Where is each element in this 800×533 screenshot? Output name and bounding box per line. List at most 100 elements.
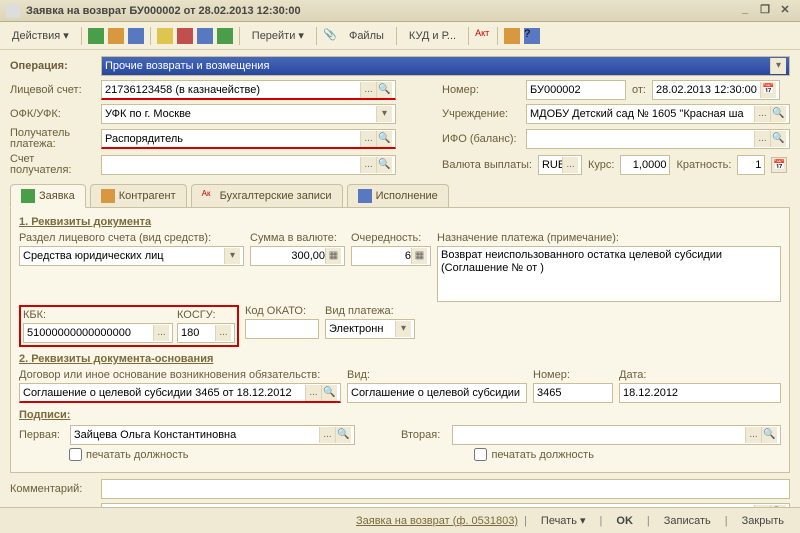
first-sign-select-icon[interactable]: ... bbox=[319, 427, 335, 443]
help-icon[interactable]: ? bbox=[524, 28, 540, 44]
dogovor-field[interactable]: Соглашение о целевой субсидии 3465 от 18… bbox=[19, 383, 341, 403]
date-field[interactable]: 28.02.2013 12:30:00 📅 bbox=[652, 80, 780, 100]
recacct-open-icon[interactable]: 🔍 bbox=[376, 157, 392, 173]
tab-buhzapisi[interactable]: AкБухгалтерские записи bbox=[191, 184, 343, 207]
kbk-label: КБК: bbox=[23, 309, 173, 321]
currency-select-icon[interactable]: ... bbox=[562, 157, 578, 173]
attach-icon[interactable]: 📎 bbox=[323, 28, 339, 44]
calendar-icon[interactable]: 📅 bbox=[760, 82, 776, 98]
comment-field[interactable] bbox=[101, 479, 790, 499]
red-icon[interactable] bbox=[177, 28, 193, 44]
recipient-select-icon[interactable]: ... bbox=[360, 131, 376, 147]
summa-field[interactable]: 300,00 ▦ bbox=[250, 246, 345, 266]
nomer2-label: Номер: bbox=[533, 369, 613, 381]
uchr-field[interactable]: МДОБУ Детский сад № 1605 "Красная ша ...… bbox=[526, 104, 790, 124]
data2-field[interactable]: 18.12.2012 bbox=[619, 383, 781, 403]
ifo-open-icon[interactable]: 🔍 bbox=[770, 131, 786, 147]
number-field[interactable]: БУ000002 bbox=[526, 80, 626, 100]
footer-form-link[interactable]: Заявка на возврат (ф. 0531803) bbox=[356, 515, 518, 527]
kbk-field[interactable]: 51000000000000000 ... bbox=[23, 323, 173, 343]
kbk-kosgu-box: КБК: 51000000000000000 ... КОСГУ: 180 ..… bbox=[19, 305, 239, 347]
currency-label: Валюта выплаты: bbox=[442, 159, 532, 171]
vid-field[interactable]: Соглашение о целевой субсидии bbox=[347, 383, 527, 403]
ls-field[interactable]: 21736123458 (в казначействе) ... 🔍 bbox=[101, 80, 396, 100]
ifo-field[interactable]: ... 🔍 bbox=[526, 129, 790, 149]
okato-field[interactable] bbox=[245, 319, 319, 339]
save-icon[interactable] bbox=[108, 28, 124, 44]
recipient-field[interactable]: Распорядитель ... 🔍 bbox=[101, 129, 396, 149]
ofk-dropdown-icon[interactable]: ▾ bbox=[376, 106, 392, 122]
print-button[interactable]: Печать ▾ bbox=[533, 512, 594, 529]
folder-icon[interactable] bbox=[197, 28, 213, 44]
kratn-field[interactable]: 1 bbox=[737, 155, 765, 175]
recacct-select-icon[interactable]: ... bbox=[360, 157, 376, 173]
first-sign-open-icon[interactable]: 🔍 bbox=[335, 427, 351, 443]
post-icon[interactable] bbox=[88, 28, 104, 44]
razdel-dropdown-icon[interactable]: ▾ bbox=[224, 248, 240, 264]
ofk-field[interactable]: УФК по г. Москве ▾ bbox=[101, 104, 396, 124]
second-sign-select-icon[interactable]: ... bbox=[745, 427, 761, 443]
summa-calc-icon[interactable]: ▦ bbox=[325, 248, 341, 264]
recacct-field[interactable]: ... 🔍 bbox=[101, 155, 396, 175]
razdel-field[interactable]: Средства юридических лиц ▾ bbox=[19, 246, 244, 266]
tab-ispolnenie[interactable]: Исполнение bbox=[347, 184, 449, 207]
operation-field[interactable]: Прочие возвраты и возмещения ▾ bbox=[101, 56, 790, 76]
tab-ispoln-icon bbox=[358, 189, 372, 203]
uchr-open-icon[interactable]: 🔍 bbox=[770, 106, 786, 122]
calendar2-icon[interactable]: 📅 bbox=[771, 157, 787, 173]
operation-label: Операция: bbox=[10, 60, 95, 72]
minimize-button[interactable]: _ bbox=[736, 3, 754, 19]
nazn-field[interactable]: Возврат неиспользованного остатка целево… bbox=[437, 246, 781, 302]
summa-label: Сумма в валюте: bbox=[250, 232, 345, 244]
vidpl-field[interactable]: Электронн ▾ bbox=[325, 319, 415, 339]
close-button[interactable]: ✕ bbox=[776, 3, 794, 19]
close-button-footer[interactable]: Закрыть bbox=[734, 513, 792, 529]
tab-contragent[interactable]: Контрагент bbox=[90, 184, 187, 207]
recipient-open-icon[interactable]: 🔍 bbox=[376, 131, 392, 147]
dogovor-select-icon[interactable]: ... bbox=[305, 385, 321, 401]
print-pos1-checkbox[interactable] bbox=[69, 448, 82, 461]
second-sign-label: Вторая: bbox=[401, 429, 446, 441]
second-sign-open-icon[interactable]: 🔍 bbox=[761, 427, 777, 443]
kratn-label: Кратность: bbox=[676, 159, 731, 171]
ls-open-icon[interactable]: 🔍 bbox=[376, 82, 392, 98]
dogovor-open-icon[interactable]: 🔍 bbox=[321, 385, 337, 401]
ls-select-icon[interactable]: ... bbox=[360, 82, 376, 98]
akt-icon[interactable]: Aкт bbox=[475, 28, 491, 44]
ochered-calc-icon[interactable]: ▦ bbox=[411, 248, 427, 264]
ifo-label: ИФО (баланс): bbox=[442, 133, 520, 145]
first-sign-field[interactable]: Зайцева Ольга Константиновна ... 🔍 bbox=[70, 425, 355, 445]
print-pos2-checkbox[interactable] bbox=[474, 448, 487, 461]
vidpl-dropdown-icon[interactable]: ▾ bbox=[395, 321, 411, 337]
tab-zayavka-icon bbox=[21, 189, 35, 203]
signs-title[interactable]: Подписи: bbox=[19, 409, 781, 421]
ochered-field[interactable]: 6 ▦ bbox=[351, 246, 431, 266]
kosgu-select-icon[interactable]: ... bbox=[215, 325, 231, 341]
kosgu-field[interactable]: 180 ... bbox=[177, 323, 235, 343]
tab-zayavka[interactable]: Заявка bbox=[10, 184, 86, 208]
currency-field[interactable]: RUB ... bbox=[538, 155, 582, 175]
vidpl-label: Вид платежа: bbox=[325, 305, 415, 317]
save-button[interactable]: Записать bbox=[656, 513, 719, 529]
refresh-icon[interactable] bbox=[128, 28, 144, 44]
kudir-button[interactable]: КУД и Р... bbox=[403, 28, 462, 44]
operation-dropdown-icon[interactable]: ▾ bbox=[770, 58, 786, 74]
comment-label: Комментарий: bbox=[10, 483, 95, 495]
ifo-select-icon[interactable]: ... bbox=[754, 131, 770, 147]
goto-menu[interactable]: Перейти ▾ bbox=[246, 27, 310, 44]
tree-icon[interactable] bbox=[157, 28, 173, 44]
actions-menu[interactable]: Действия ▾ bbox=[6, 27, 75, 44]
nomer2-field[interactable]: 3465 bbox=[533, 383, 613, 403]
nazn-label: Назначение платежа (примечание): bbox=[437, 232, 781, 244]
uchr-select-icon[interactable]: ... bbox=[754, 106, 770, 122]
restore-button[interactable]: ❐ bbox=[756, 3, 774, 19]
main-toolbar: Действия ▾ Перейти ▾ 📎 Файлы КУД и Р... … bbox=[0, 22, 800, 50]
doc-icon[interactable] bbox=[504, 28, 520, 44]
ok-button[interactable]: OK bbox=[608, 513, 641, 529]
check-icon[interactable] bbox=[217, 28, 233, 44]
kbk-select-icon[interactable]: ... bbox=[153, 325, 169, 341]
files-button[interactable]: Файлы bbox=[343, 28, 390, 44]
second-sign-field[interactable]: ... 🔍 bbox=[452, 425, 781, 445]
kurs-field[interactable]: 1,0000 bbox=[620, 155, 670, 175]
print-pos2-label: печатать должность bbox=[491, 449, 593, 461]
